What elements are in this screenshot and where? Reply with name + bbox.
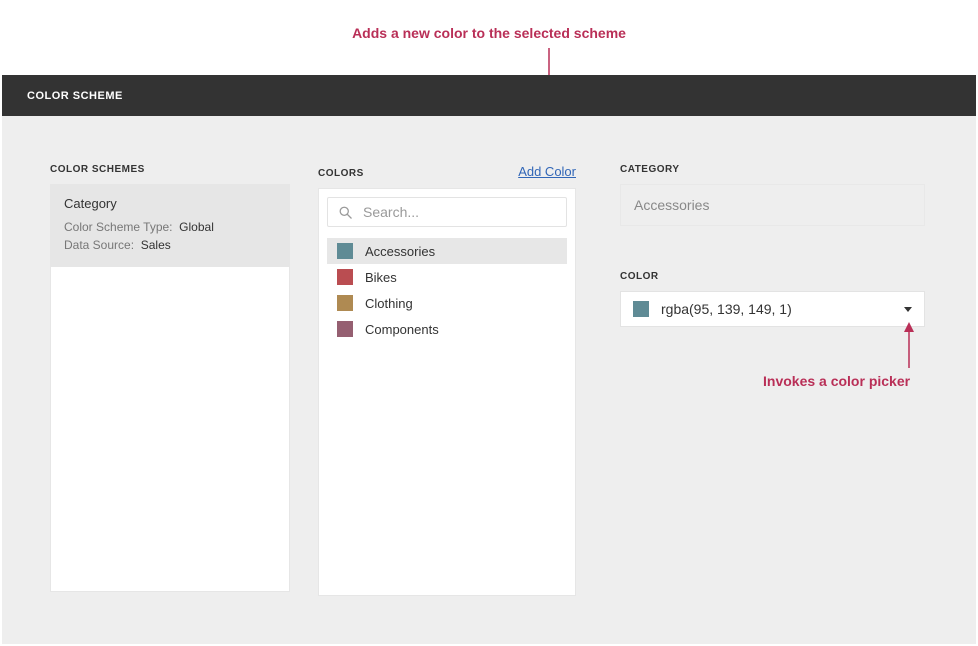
color-picker-select[interactable]: rgba(95, 139, 149, 1) (620, 291, 925, 327)
color-list: Accessories Bikes Clothing Components (327, 238, 567, 342)
color-item-label: Components (365, 322, 439, 337)
color-item-label: Accessories (365, 244, 435, 259)
color-swatch-icon (337, 321, 353, 337)
app-bar: COLOR SCHEME (2, 75, 976, 116)
color-item[interactable]: Components (327, 316, 567, 342)
scheme-source-value: Sales (141, 238, 171, 252)
scheme-type-value: Global (179, 220, 214, 234)
color-label: COLOR (620, 271, 925, 282)
chevron-down-icon (904, 307, 912, 312)
arrow-up-icon (903, 322, 915, 368)
app-bar-title: COLOR SCHEME (27, 90, 123, 102)
search-icon (338, 205, 353, 220)
annotation-add-color: Adds a new color to the selected scheme (0, 25, 978, 41)
color-item-label: Clothing (365, 296, 413, 311)
color-item-label: Bikes (365, 270, 397, 285)
search-input[interactable] (363, 204, 556, 220)
color-item[interactable]: Accessories (327, 238, 567, 264)
color-swatch-icon (337, 243, 353, 259)
color-item[interactable]: Clothing (327, 290, 567, 316)
scheme-source-label: Data Source: (64, 238, 134, 252)
colors-list-box: Accessories Bikes Clothing Components (318, 188, 576, 596)
add-color-link[interactable]: Add Color (518, 164, 576, 179)
scheme-type-label: Color Scheme Type: (64, 220, 173, 234)
category-field[interactable] (620, 184, 925, 226)
colors-label: COLORS (318, 168, 364, 179)
scheme-item-category[interactable]: Category Color Scheme Type: Global Data … (51, 185, 289, 267)
search-wrap[interactable] (327, 197, 567, 227)
annotation-color-picker: Invokes a color picker (763, 373, 910, 389)
category-label: CATEGORY (620, 164, 925, 175)
scheme-item-meta: Color Scheme Type: Global Data Source: S… (51, 218, 289, 266)
color-swatch-icon (633, 301, 649, 317)
color-value-text: rgba(95, 139, 149, 1) (661, 301, 904, 317)
color-schemes-list: Category Color Scheme Type: Global Data … (50, 184, 290, 592)
color-swatch-icon (337, 269, 353, 285)
scheme-item-name: Category (51, 185, 289, 218)
color-swatch-icon (337, 295, 353, 311)
color-schemes-label: COLOR SCHEMES (50, 164, 290, 175)
color-item[interactable]: Bikes (327, 264, 567, 290)
colors-column: COLORS Add Color Accessories Bikes Clothin… (318, 164, 576, 596)
properties-column: CATEGORY COLOR rgba(95, 139, 149, 1) (620, 164, 925, 327)
color-schemes-column: COLOR SCHEMES Category Color Scheme Type… (50, 164, 290, 592)
